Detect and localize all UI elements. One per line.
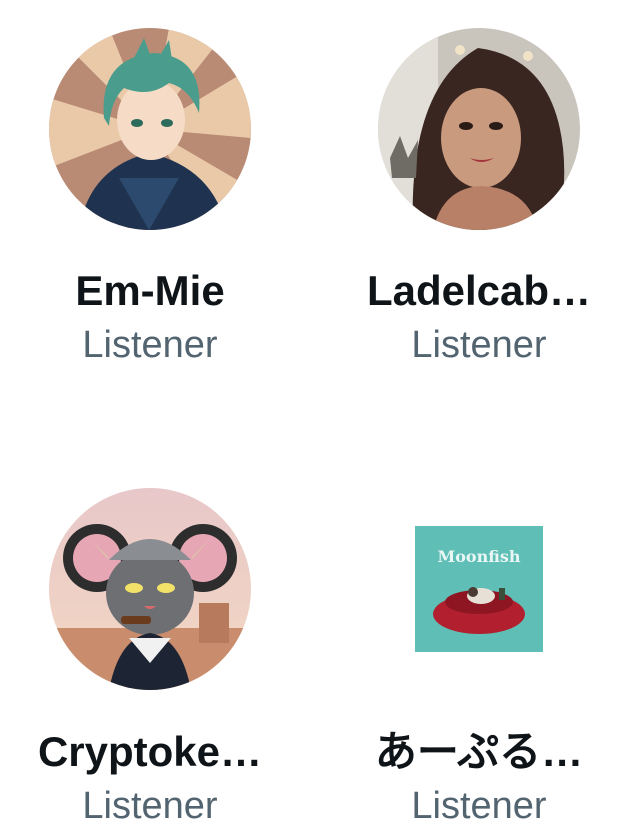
listener-name: Ladelcab…	[366, 267, 592, 314]
listener-role: Listener	[411, 785, 547, 827]
listener-name: あーぷる…	[374, 728, 584, 775]
listener-role: Listener	[82, 785, 218, 827]
listener-role: Listener	[411, 324, 547, 366]
listener-name: Em-Mie	[75, 267, 225, 314]
woman-photo-avatar-icon[interactable]	[378, 28, 580, 230]
listener-role: Listener	[82, 324, 218, 366]
anime-boy-avatar-icon[interactable]	[49, 28, 251, 230]
svg-text:Moonfish: Moonfish	[438, 547, 521, 566]
listener-name: Cryptoke…	[37, 728, 263, 775]
moonfish-album-avatar-icon[interactable]: Moonfish	[415, 526, 543, 652]
viking-mouse-avatar-icon[interactable]	[49, 488, 251, 690]
